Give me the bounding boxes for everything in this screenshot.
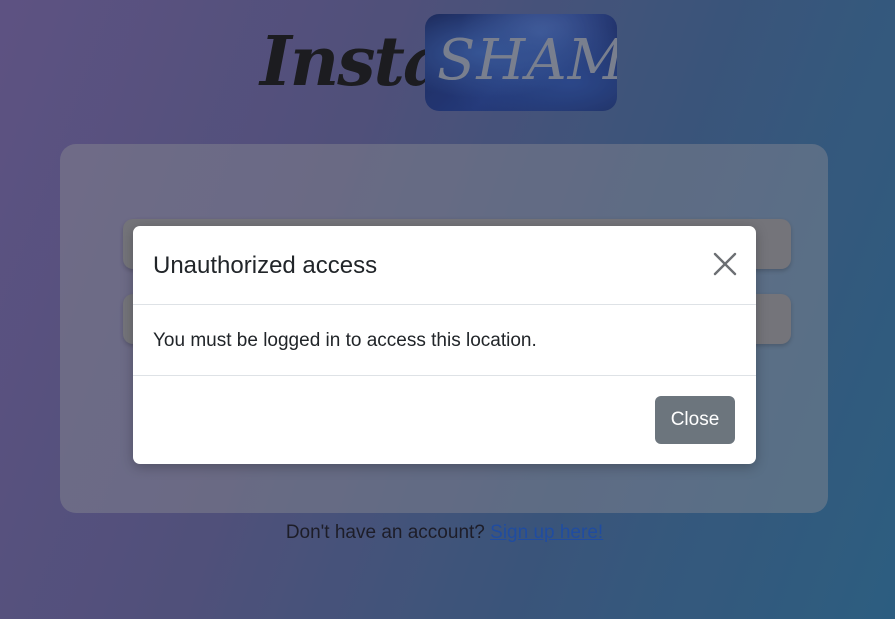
close-button[interactable]: Close: [655, 396, 735, 444]
unauthorized-modal: Unauthorized access You must be logged i…: [133, 226, 756, 464]
modal-message: You must be logged in to access this loc…: [153, 330, 537, 351]
modal-body: You must be logged in to access this loc…: [133, 305, 756, 376]
modal-title: Unauthorized access: [153, 252, 378, 279]
modal-header: Unauthorized access: [133, 226, 756, 305]
close-icon[interactable]: [712, 251, 738, 277]
modal-footer: Close: [133, 376, 756, 464]
